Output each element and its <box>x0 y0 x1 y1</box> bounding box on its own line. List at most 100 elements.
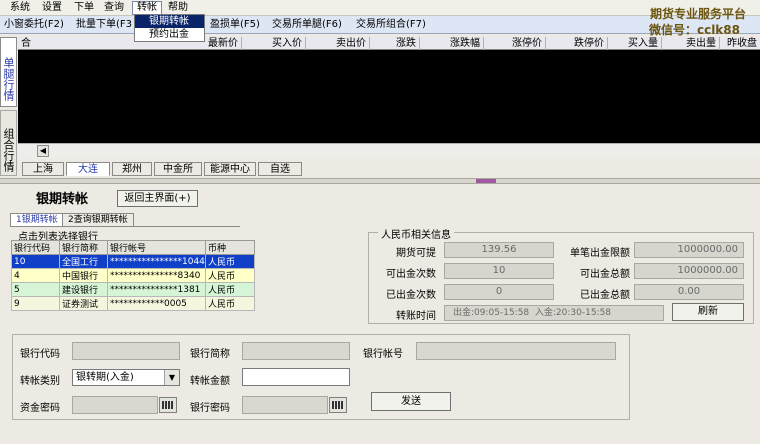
col-currency: 币种 <box>205 240 255 255</box>
brand-wechat: 微信号：cclk88 <box>648 23 740 37</box>
currency-cell: 人民币 <box>205 282 255 297</box>
col-ask-price[interactable]: 卖出价 <box>306 37 370 50</box>
bank-account-label: 银行帐号 <box>363 349 403 360</box>
menu-system[interactable]: 系统 <box>6 1 34 15</box>
market-tab-zhengzhou[interactable]: 郑州 <box>112 162 152 176</box>
toolbar-exchange-combo[interactable]: 交易所组合(F7) <box>356 18 426 32</box>
fund-password-field[interactable] <box>72 396 158 414</box>
used-total-value: 0.00 <box>634 284 744 300</box>
brand-title: 期货专业服务平台 <box>649 7 746 21</box>
subtab-bank-transfer[interactable]: 1银期转帐 <box>10 213 64 226</box>
currency-cell: 人民币 <box>205 268 255 283</box>
bank-password-label: 银行密码 <box>190 403 230 414</box>
withdrawable-value: 139.56 <box>444 242 554 258</box>
col-prev-close[interactable]: 昨收盘 <box>720 37 760 50</box>
toolbar-batch-order[interactable]: 批量下单(F3 <box>76 18 132 32</box>
market-tab-custom[interactable]: 自选 <box>258 162 302 176</box>
menu-query[interactable]: 查询 <box>100 1 128 15</box>
bank-name-field[interactable] <box>242 342 350 360</box>
col-lower-limit[interactable]: 跌停价 <box>546 37 608 50</box>
horizontal-scrollbar[interactable] <box>18 143 760 159</box>
bank-name-label: 银行简称 <box>190 349 230 360</box>
col-upper-limit[interactable]: 涨停价 <box>484 37 546 50</box>
bank-name-cell: 建设银行 <box>59 282 108 297</box>
menu-settings[interactable]: 设置 <box>38 1 66 15</box>
bank-account-cell: ****************1044 <box>107 254 206 269</box>
transfer-time-value: 出金:09:05-15:58 入金:20:30-15:58 <box>444 305 664 321</box>
toolbar-exchange-single-leg[interactable]: 交易所单腿(F6) <box>272 18 342 32</box>
col-bid-price[interactable]: 买入价 <box>242 37 306 50</box>
toolbar: 小窗委托(F2) 批量下单(F3 盈损单(F5) 交易所单腿(F6) 交易所组合… <box>0 16 760 34</box>
used-count-label: 已出金次数 <box>386 290 436 301</box>
menu-transfer[interactable]: 转帐 <box>132 1 162 15</box>
rmb-info-title: 人民币相关信息 <box>378 226 454 241</box>
panel-splitter[interactable] <box>0 178 760 184</box>
transfer-amount-input[interactable] <box>242 368 350 386</box>
market-tab-shanghai[interactable]: 上海 <box>22 162 64 176</box>
back-to-main-button[interactable]: 返回主界面(+) <box>117 190 198 207</box>
splitter-grip-icon[interactable] <box>476 179 496 183</box>
bank-account-field[interactable] <box>416 342 616 360</box>
col-change-pct[interactable]: 涨跌幅 <box>420 37 484 50</box>
table-row[interactable]: 5 建设银行 ***************1381 人民币 <box>11 282 255 297</box>
bank-account-cell: ************0005 <box>107 296 206 311</box>
col-bank-code: 银行代码 <box>11 240 60 255</box>
refresh-button[interactable]: 刷新 <box>672 303 744 321</box>
col-bid-volume[interactable]: 买入量 <box>608 37 662 50</box>
table-row[interactable]: 9 证券测试 ************0005 人民币 <box>11 296 255 311</box>
subtab-divider <box>10 226 240 227</box>
bank-code-cell: 10 <box>11 254 60 269</box>
withdraw-count-value: 10 <box>444 263 554 279</box>
transfer-time-label: 转账时间 <box>396 311 436 322</box>
menu-order[interactable]: 下单 <box>70 1 98 15</box>
col-change[interactable]: 涨跌 <box>370 37 420 50</box>
bank-password-field[interactable] <box>242 396 328 414</box>
menu-help[interactable]: 帮助 <box>164 1 192 15</box>
keyboard-icon[interactable] <box>159 397 177 413</box>
bank-code-field[interactable] <box>72 342 180 360</box>
col-ask-volume[interactable]: 卖出量 <box>662 37 720 50</box>
table-row[interactable]: 10 全国工行 ****************1044 人民币 <box>11 254 255 269</box>
market-tab-energy[interactable]: 能源中心 <box>204 162 256 176</box>
single-limit-value: 1000000.00 <box>634 242 744 258</box>
chevron-down-icon[interactable]: ▼ <box>164 370 179 385</box>
col-bank-account: 银行帐号 <box>107 240 206 255</box>
keyboard-icon[interactable] <box>329 397 347 413</box>
single-limit-label: 单笔出金限额 <box>570 248 630 259</box>
scroll-left-arrow-icon[interactable]: ◀ <box>37 145 49 157</box>
bank-code-label: 银行代码 <box>20 349 60 360</box>
table-row[interactable]: 4 中国银行 ***************8340 人民币 <box>11 268 255 283</box>
currency-cell: 人民币 <box>205 296 255 311</box>
bank-code-cell: 4 <box>11 268 60 283</box>
bank-code-cell: 5 <box>11 282 60 297</box>
col-contract[interactable]: 合约 <box>18 37 42 62</box>
withdraw-total-label: 可出金总额 <box>580 269 630 280</box>
bank-table-header: 银行代码 银行简称 银行帐号 币种 <box>11 240 255 255</box>
bank-account-cell: ***************1381 <box>107 282 206 297</box>
tab-combo-quotes[interactable]: 组合行情 <box>0 110 17 176</box>
used-total-label: 已出金总额 <box>580 290 630 301</box>
transfer-type-label: 转帐类别 <box>20 376 60 387</box>
market-tab-dalian[interactable]: 大连 <box>66 162 110 176</box>
bank-name-cell: 全国工行 <box>59 254 108 269</box>
market-tab-cffex[interactable]: 中金所 <box>154 162 202 176</box>
tab-single-leg-quotes[interactable]: 单腿行情 <box>0 37 17 107</box>
send-button[interactable]: 发送 <box>371 392 451 411</box>
bank-code-cell: 9 <box>11 296 60 311</box>
bank-name-cell: 中国银行 <box>59 268 108 283</box>
withdraw-total-value: 1000000.00 <box>634 263 744 279</box>
quote-table-header: 合约 最新价 买入价 卖出价 涨跌 涨跌幅 涨停价 跌停价 买入量 卖出量 昨收… <box>18 37 760 62</box>
toolbar-quick-order[interactable]: 小窗委托(F2) <box>4 18 64 32</box>
toolbar-profit-loss-order[interactable]: 盈损单(F5) <box>210 18 260 32</box>
withdrawable-label: 期货可提 <box>396 248 436 259</box>
col-bank-name: 银行简称 <box>59 240 108 255</box>
subtab-query-transfer[interactable]: 2查询银期转帐 <box>62 213 134 226</box>
dropdown-bank-futures-transfer[interactable]: 银期转帐 <box>135 15 204 28</box>
transfer-dropdown: 银期转帐 预约出金 <box>134 14 205 42</box>
used-count-value: 0 <box>444 284 554 300</box>
quote-table-body[interactable] <box>18 50 760 143</box>
withdraw-count-label: 可出金次数 <box>386 269 436 280</box>
page-title: 银期转帐 <box>36 192 89 207</box>
transfer-amount-label: 转帐金额 <box>190 376 230 387</box>
dropdown-scheduled-withdrawal[interactable]: 预约出金 <box>135 28 204 41</box>
